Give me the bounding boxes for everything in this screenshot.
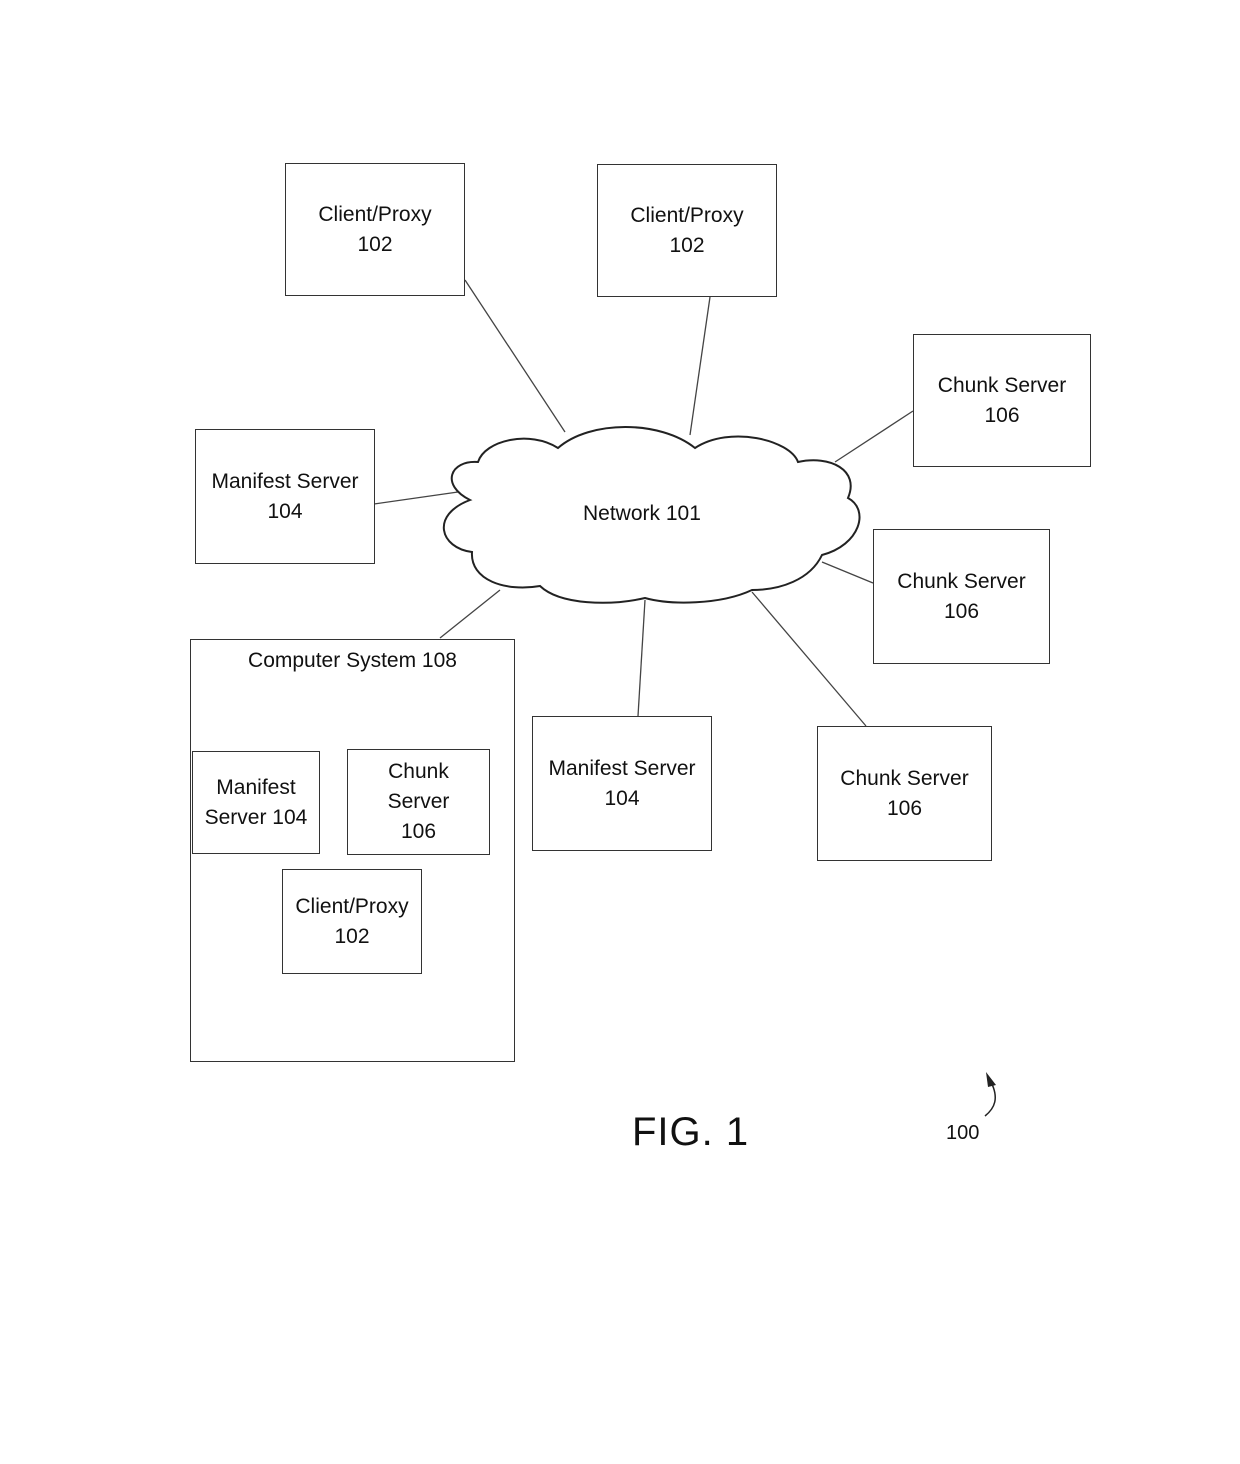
link-client-proxy-2 [689, 296, 711, 436]
link-chunk-server-2 [821, 561, 874, 584]
manifest-server-label: Manifest Server 104 [548, 756, 696, 810]
manifest-server-node[interactable]: Manifest Server 104 [532, 716, 712, 851]
inner-client-proxy-node[interactable]: Client/Proxy 102 [282, 869, 422, 974]
link-chunk-server-3 [751, 591, 867, 727]
chunk-server-node[interactable]: Chunk Server 106 [873, 529, 1050, 664]
client-proxy-node[interactable]: Client/Proxy 102 [597, 164, 777, 297]
inner-chunk-server-node[interactable]: Chunk Server 106 [347, 749, 490, 855]
computer-system-label: Computer System 108 [248, 649, 457, 672]
chunk-server-node[interactable]: Chunk Server 106 [817, 726, 992, 861]
reference-arrow-icon [984, 1072, 997, 1117]
link-client-proxy-1 [464, 279, 566, 433]
inner-manifest-server-node[interactable]: Manifest Server 104 [192, 751, 320, 854]
client-proxy-label: Client/Proxy 102 [630, 203, 744, 257]
manifest-server-label: Manifest Server 104 [211, 469, 359, 523]
link-chunk-server-1 [834, 410, 914, 463]
inner-client-proxy-label: Client/Proxy 102 [295, 894, 409, 948]
link-manifest-server-1 [373, 491, 459, 505]
inner-manifest-server-label: Manifest Server 104 [204, 775, 308, 829]
chunk-server-label: Chunk Server 106 [897, 569, 1026, 623]
client-proxy-node[interactable]: Client/Proxy 102 [285, 163, 465, 296]
chunk-server-node[interactable]: Chunk Server 106 [913, 334, 1091, 467]
chunk-server-label: Chunk Server 106 [840, 766, 969, 820]
chunk-server-label: Chunk Server 106 [937, 373, 1067, 427]
manifest-server-node[interactable]: Manifest Server 104 [195, 429, 375, 564]
inner-chunk-server-label: Chunk Server 106 [387, 760, 450, 843]
link-computer-system [439, 589, 501, 639]
figure-title: FIG. 1 [632, 1110, 750, 1154]
link-manifest-server-2 [637, 599, 646, 717]
client-proxy-label: Client/Proxy 102 [318, 202, 432, 256]
network-label: Network 101 [583, 502, 701, 525]
reference-number: 100 [946, 1122, 980, 1144]
